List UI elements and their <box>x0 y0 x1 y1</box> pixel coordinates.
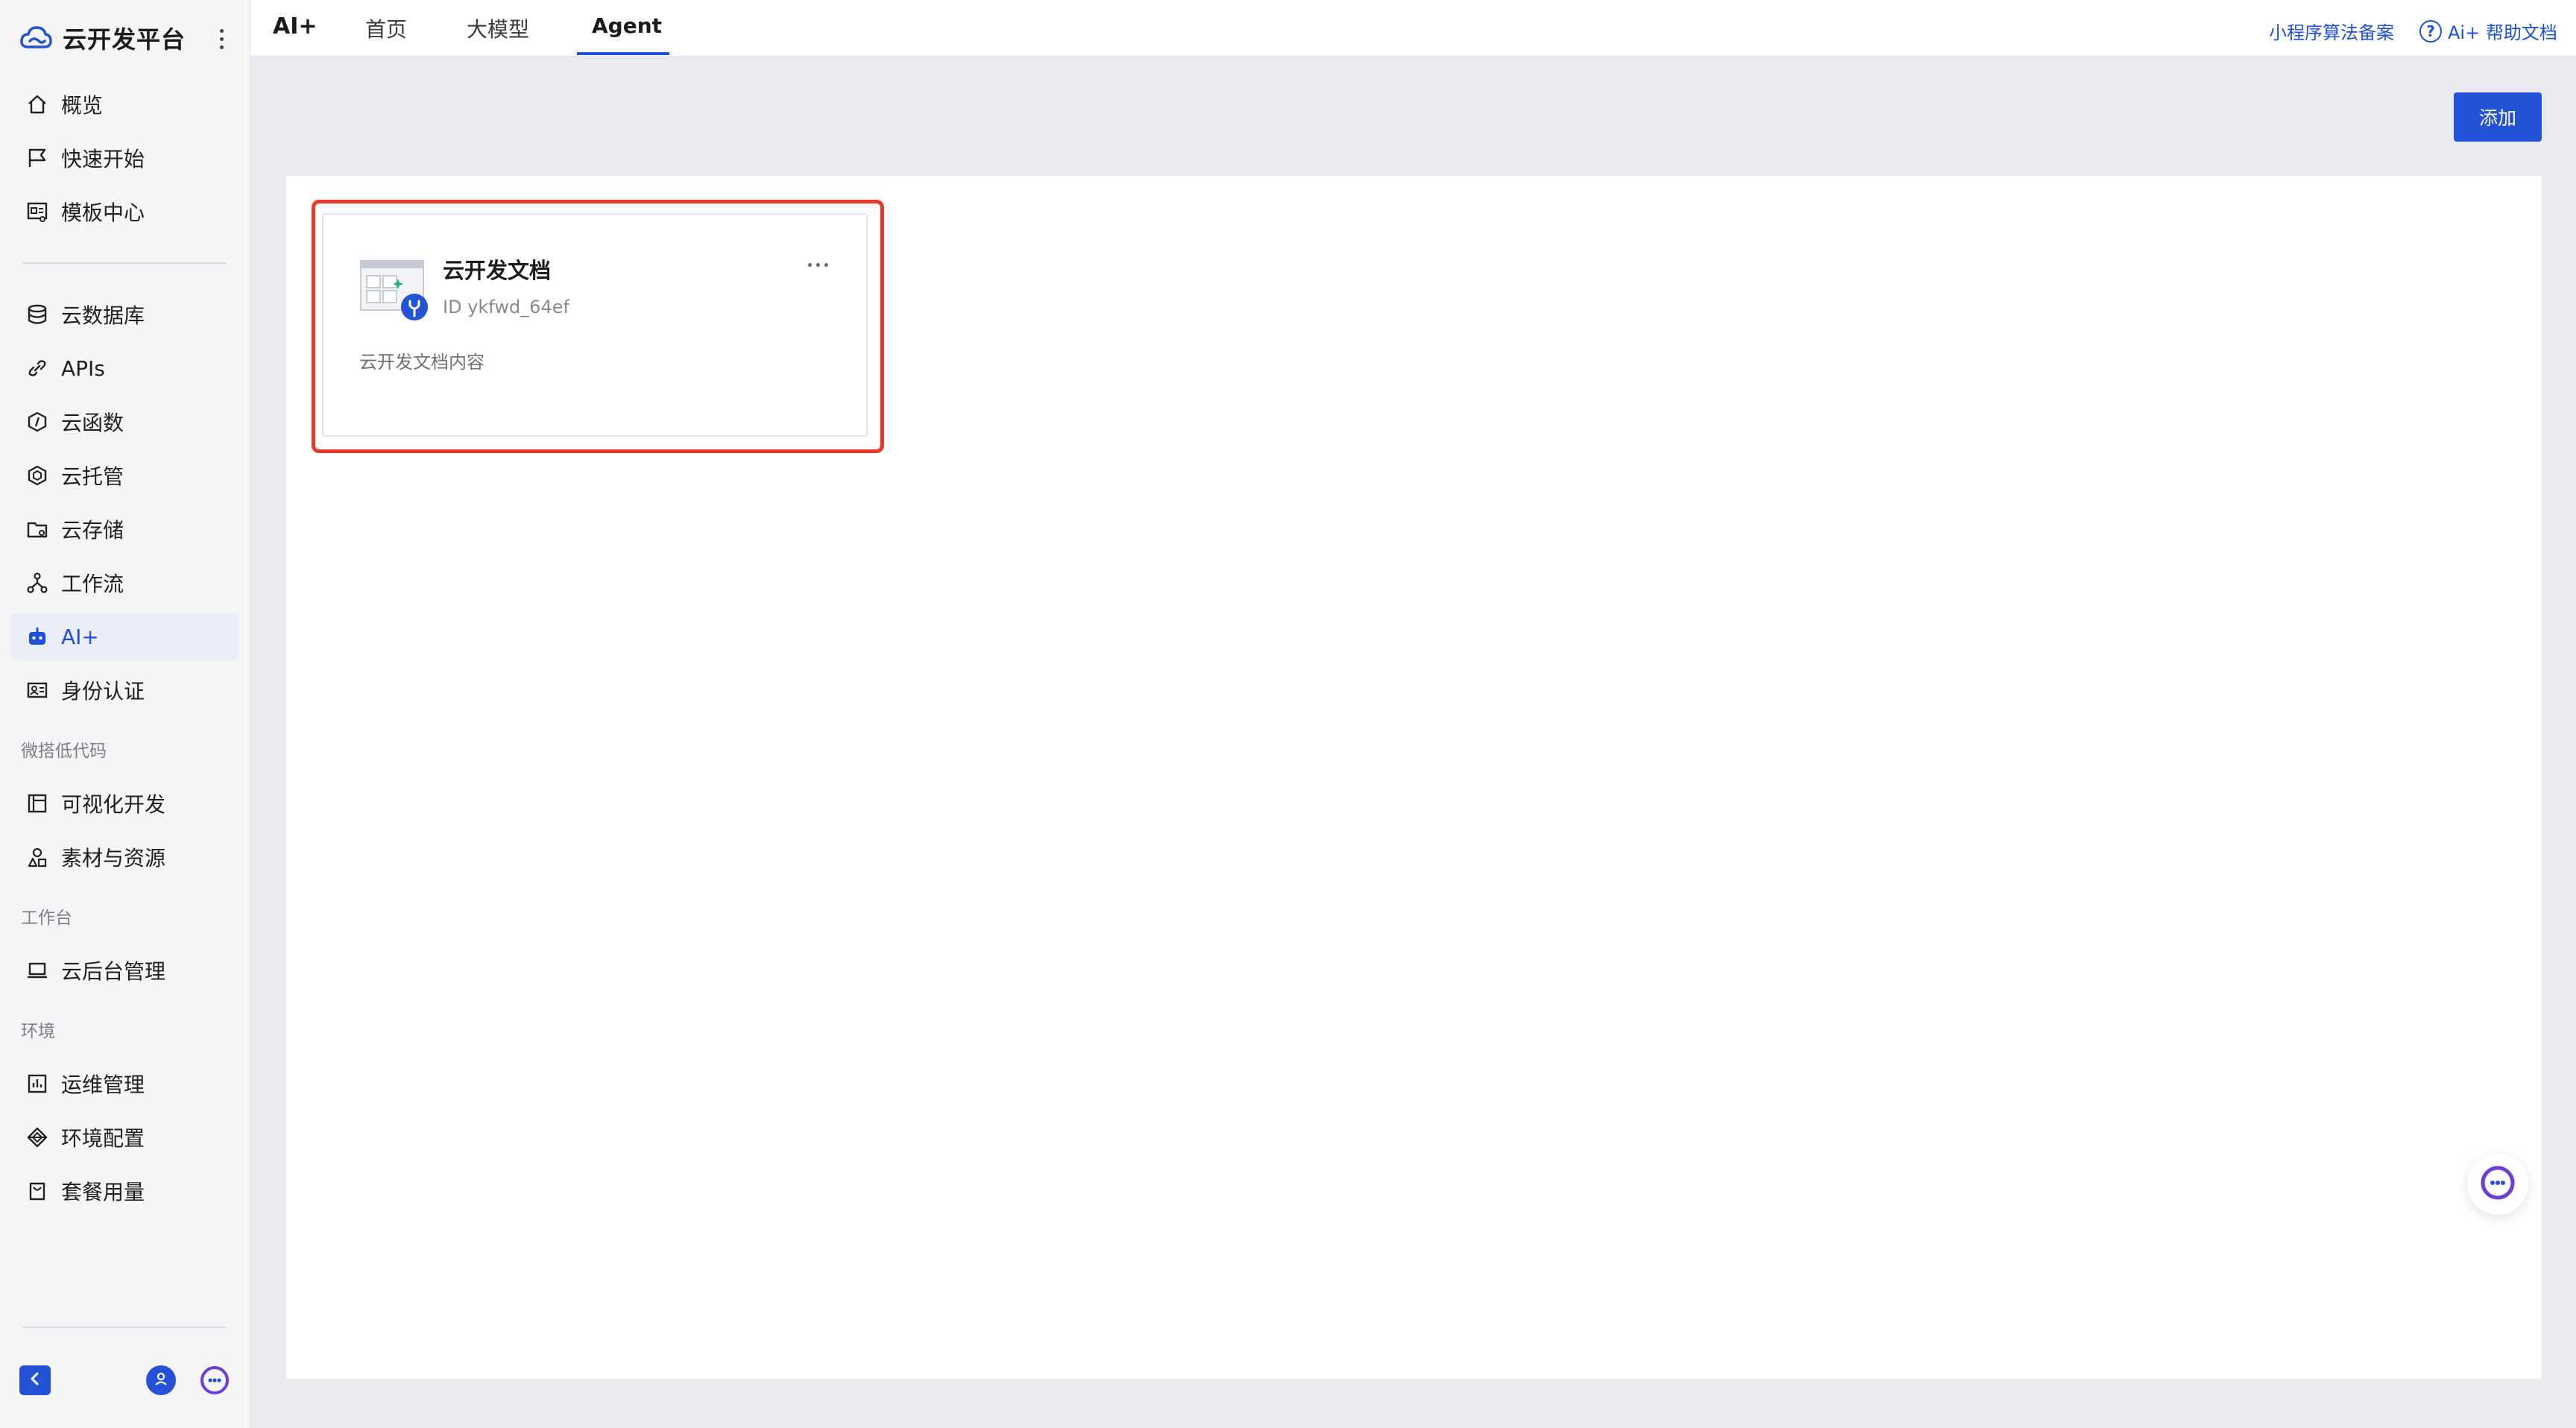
sidebar-divider <box>22 262 227 264</box>
database-icon <box>22 300 52 329</box>
sidebar-divider <box>22 1327 227 1328</box>
bag-icon <box>22 1176 52 1206</box>
sidebar: 云开发平台 概览 快速开始 模板中心 云数据库 APIs 云函数 云托管 云存储… <box>0 0 250 1428</box>
template-icon <box>22 197 52 227</box>
floating-assistant-button[interactable] <box>2467 1154 2528 1215</box>
help-docs-link[interactable]: ? Ai+ 帮助文档 <box>2419 18 2557 44</box>
tab-agent[interactable]: Agent <box>592 13 662 57</box>
more-vertical-icon[interactable] <box>210 24 233 54</box>
link-icon <box>22 353 52 383</box>
help-icon: ? <box>2419 19 2442 42</box>
user-icon <box>153 1371 169 1390</box>
sidebar-item-templates[interactable]: 模板中心 <box>10 188 239 236</box>
sidebar-item-storage[interactable]: 云存储 <box>10 505 239 553</box>
brand[interactable]: 云开发平台 <box>19 19 236 57</box>
sidebar-item-workflow[interactable]: 工作流 <box>10 559 239 607</box>
sidebar-item-hosting[interactable]: 云托管 <box>10 452 239 499</box>
tab-models[interactable]: 大模型 <box>467 13 529 57</box>
sidebar-item-label: 身份认证 <box>61 679 145 704</box>
sidebar-item-label: 运维管理 <box>61 1072 145 1097</box>
chart-icon <box>22 1069 52 1099</box>
sidebar-item-label: 套餐用量 <box>61 1180 145 1204</box>
sidebar-item-label: 云数据库 <box>61 303 145 328</box>
sidebar-item-database[interactable]: 云数据库 <box>10 291 239 338</box>
sidebar-item-label: 云存储 <box>61 518 124 543</box>
knowledge-base-icon <box>359 259 428 323</box>
config-icon <box>22 1122 52 1152</box>
assistant-bot-icon[interactable] <box>198 1364 231 1397</box>
sidebar-item-label: 环境配置 <box>61 1126 145 1151</box>
sidebar-item-overview[interactable]: 概览 <box>10 80 239 128</box>
sidebar-item-label: 云托管 <box>61 464 124 489</box>
agent-description: 云开发文档内容 <box>359 352 484 373</box>
sidebar-item-apis[interactable]: APIs <box>10 344 239 392</box>
section-label-env: 环境 <box>21 1022 55 1041</box>
active-tab-indicator <box>577 52 669 55</box>
more-horizontal-icon[interactable] <box>801 253 835 276</box>
sidebar-item-functions[interactable]: 云函数 <box>10 398 239 446</box>
laptop-icon <box>22 955 52 985</box>
agent-id: ID ykfwd_64ef <box>443 297 569 317</box>
workflow-icon <box>22 568 52 598</box>
add-button[interactable]: 添加 <box>2454 92 2542 142</box>
sidebar-item-label: 云后台管理 <box>61 959 166 984</box>
sidebar-item-label: 模板中心 <box>61 200 145 225</box>
sidebar-item-label: 概览 <box>61 93 104 118</box>
user-avatar[interactable] <box>146 1365 176 1395</box>
id-card-icon <box>22 675 52 705</box>
app-title: 云开发平台 <box>63 25 186 54</box>
sidebar-item-label: AI+ <box>61 624 99 649</box>
sidebar-item-visual-dev[interactable]: 可视化开发 <box>10 780 239 827</box>
sidebar-item-assets[interactable]: 素材与资源 <box>10 833 239 881</box>
algorithm-filing-link[interactable]: 小程序算法备案 <box>2269 18 2394 44</box>
sidebar-item-ai-plus[interactable]: AI+ <box>10 613 239 660</box>
agent-card[interactable]: 云开发文档 ID ykfwd_64ef 云开发文档内容 <box>322 213 868 437</box>
agent-name: 云开发文档 <box>443 258 552 283</box>
section-title: AI+ <box>273 13 318 40</box>
chevron-left-icon <box>28 1371 42 1390</box>
sidebar-item-label: APIs <box>61 356 105 381</box>
section-label-workbench: 工作台 <box>21 909 72 928</box>
robot-icon <box>22 622 52 651</box>
shapes-icon <box>22 842 52 872</box>
sidebar-item-cloud-admin[interactable]: 云后台管理 <box>10 947 239 994</box>
sidebar-item-ops[interactable]: 运维管理 <box>10 1060 239 1108</box>
sidebar-item-env-config[interactable]: 环境配置 <box>10 1113 239 1161</box>
cloud-logo-icon <box>19 22 52 54</box>
sidebar-item-label: 快速开始 <box>61 147 145 171</box>
top-bar: AI+ 首页 大模型 Agent 小程序算法备案 ? Ai+ 帮助文档 <box>250 0 2576 57</box>
sidebar-item-label: 云函数 <box>61 411 124 435</box>
sidebar-item-plan-usage[interactable]: 套餐用量 <box>10 1167 239 1215</box>
sidebar-item-label: 工作流 <box>61 572 124 596</box>
layout-icon <box>22 789 52 818</box>
home-icon <box>22 89 52 119</box>
help-docs-label: Ai+ 帮助文档 <box>2448 22 2557 43</box>
sidebar-item-label: 可视化开发 <box>61 792 166 817</box>
folder-icon <box>22 514 52 544</box>
sidebar-item-quickstart[interactable]: 快速开始 <box>10 134 239 182</box>
hexagon-icon <box>22 461 52 490</box>
assistant-bot-icon <box>2478 1163 2517 1205</box>
sidebar-item-auth[interactable]: 身份认证 <box>10 666 239 714</box>
sidebar-item-label: 素材与资源 <box>61 846 166 871</box>
function-icon <box>22 407 52 437</box>
collapse-sidebar-button[interactable] <box>19 1365 51 1395</box>
section-label-lowcode: 微搭低代码 <box>21 742 107 761</box>
flag-icon <box>22 143 52 173</box>
tab-home[interactable]: 首页 <box>365 13 407 57</box>
